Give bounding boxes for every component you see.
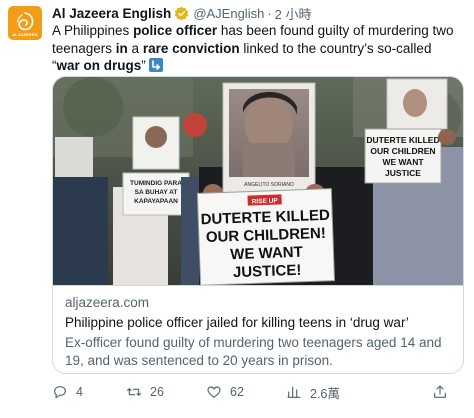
tweet-text-bold: police officer — [133, 23, 218, 38]
tweet-header: Al Jazeera English @AJEnglish · 2 小時 — [52, 4, 312, 22]
tweet-text-segment: ” — [141, 58, 146, 73]
card-title[interactable]: Philippine police officer jailed for kil… — [65, 314, 453, 332]
right-sign-line: DUTERTE KILLED — [366, 135, 439, 145]
like-icon — [207, 386, 221, 398]
verified-badge-icon — [174, 6, 189, 21]
left-sign-line: TUMINDIG PARA — [130, 180, 182, 187]
right-sign-line: JUSTICE — [385, 168, 421, 178]
author-avatar[interactable]: ALJAZEERA — [8, 6, 42, 40]
tweet-text-bold: in — [115, 40, 128, 56]
card-domain[interactable]: aljazeera.com — [65, 294, 453, 312]
link-card[interactable]: TUMINDIG PARA SA BUHAY AT KAPAYAPAAN ANG… — [52, 76, 464, 374]
main-sign-line: WE WANT — [230, 244, 303, 264]
reply-button[interactable]: 4 — [52, 382, 83, 402]
arrow-down-right-icon — [148, 58, 163, 72]
main-sign-line: JUSTICE! — [233, 262, 302, 281]
tweet-text: A Philippines police officer has been fo… — [52, 22, 462, 75]
tweet-text-bold: rare conviction — [142, 40, 240, 56]
share-icon — [434, 385, 446, 398]
left-sign-line: SA BUHAY AT — [135, 189, 178, 196]
views-count: 2.6萬 — [310, 386, 340, 401]
views-button[interactable]: 2.6萬 — [286, 382, 340, 402]
right-sign-line: WE WANT — [382, 157, 424, 167]
separator-dot: · — [267, 5, 272, 21]
card-meta[interactable]: aljazeera.com Philippine police officer … — [53, 285, 463, 369]
protest-photo: TUMINDIG PARA SA BUHAY AT KAPAYAPAAN ANG… — [53, 77, 463, 285]
like-button[interactable]: 62 — [206, 382, 244, 402]
tweet-text-segment: a — [127, 40, 143, 56]
retweet-button[interactable]: 26 — [126, 382, 164, 402]
tweet-text-segment: A Philippines — [52, 23, 134, 38]
retweet-count: 26 — [150, 385, 164, 399]
reply-count: 4 — [76, 385, 83, 399]
right-sign-line: OUR CHILDREN — [370, 146, 435, 156]
card-description: Ex-officer found guilty of murdering two… — [65, 335, 442, 368]
like-count: 62 — [230, 385, 244, 399]
author-name[interactable]: Al Jazeera English — [52, 6, 171, 21]
tweet[interactable]: ALJAZEERA Al Jazeera English @AJEnglish … — [0, 0, 474, 418]
tweet-text-bold: war on drugs — [56, 58, 142, 73]
rise-up-label: RISE UP — [252, 198, 279, 206]
views-icon — [287, 386, 301, 398]
card-image[interactable]: TUMINDIG PARA SA BUHAY AT KAPAYAPAAN ANG… — [53, 77, 463, 285]
tweet-timestamp[interactable]: 2 小時 — [275, 4, 312, 23]
retweet-icon — [127, 388, 141, 396]
tweet-actions: 4 26 62 2.6萬 — [52, 382, 462, 402]
author-handle[interactable]: @AJEnglish — [193, 6, 264, 21]
reply-icon — [54, 386, 66, 399]
left-sign-line: KAPAYAPAAN — [134, 198, 178, 205]
share-button[interactable] — [432, 382, 456, 402]
portrait-caption: ANGELITO SORIANO — [244, 182, 294, 188]
avatar-caption: ALJAZEERA — [12, 32, 38, 37]
